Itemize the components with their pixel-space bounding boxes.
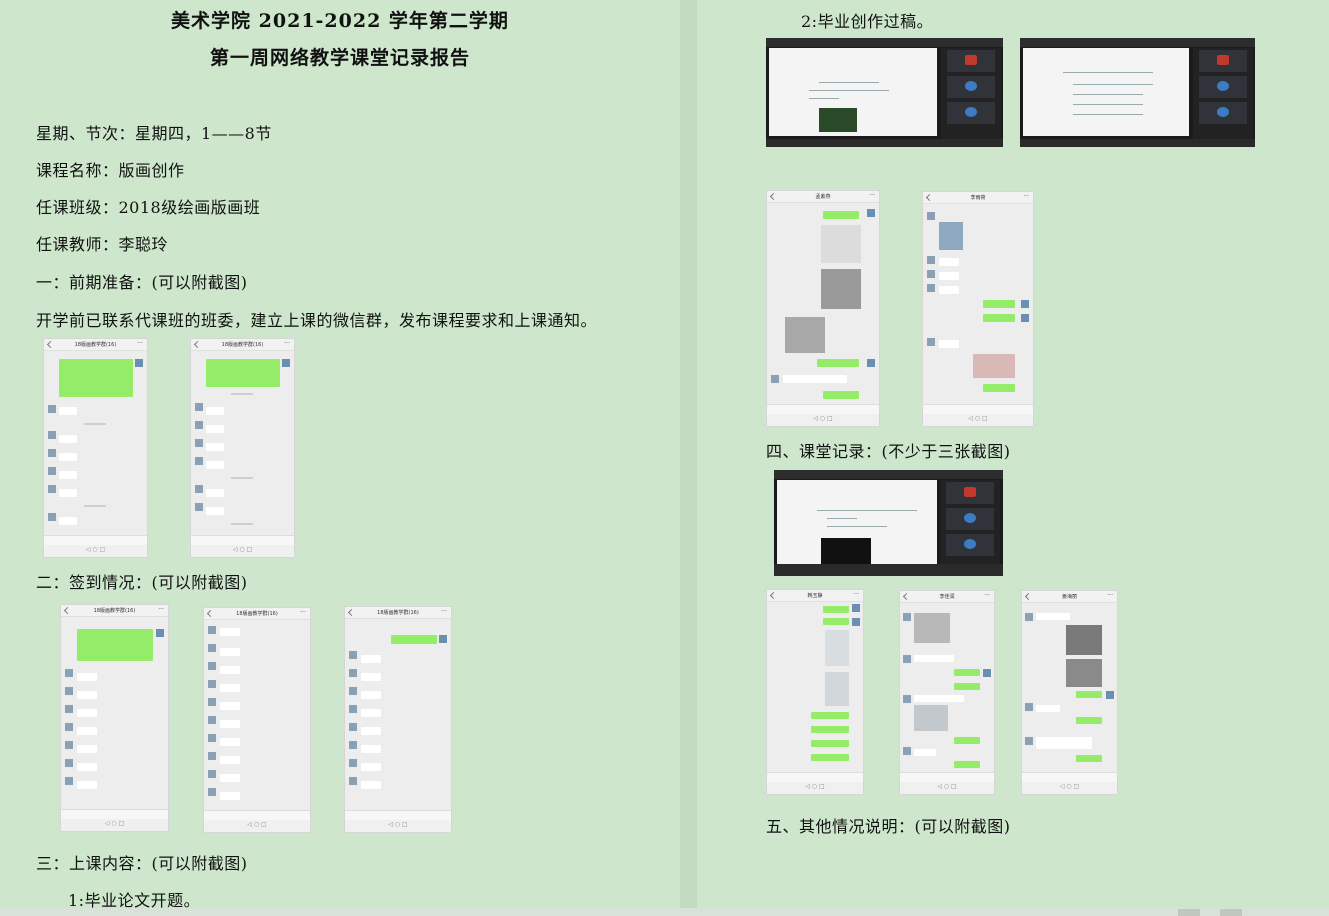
classroom-meeting-screenshot bbox=[774, 470, 1003, 576]
chat-title: 孟紫燕 bbox=[815, 194, 831, 200]
view-toggle-button-1[interactable] bbox=[1178, 909, 1200, 916]
chat-title: 李雨荷 bbox=[970, 195, 986, 201]
chat-title: 18版画教学群(16) bbox=[93, 608, 136, 614]
report-title-line1: 美术学院 2021-2022 学年第二学期 bbox=[171, 10, 509, 32]
section3-item2: 2:毕业创作过稿。 bbox=[801, 12, 934, 31]
record-chat-screenshot-2: 李佳润 ··· bbox=[899, 590, 995, 795]
field-weekday-periods: 星期、节次：星期四，1——8节 bbox=[36, 124, 272, 143]
document-page-right: 2:毕业创作过稿。 孟紫燕 ··· ◁ ○ □ 李雨荷 ··· ◁ ○ □ 四、… bbox=[697, 0, 1329, 908]
field-course-name: 课程名称：版画创作 bbox=[36, 161, 185, 180]
chat-title: 18版画教学群(16) bbox=[377, 610, 419, 616]
report-title-line2: 第一周网络教学课堂记录报告 bbox=[209, 47, 470, 69]
signin-chat-screenshot-1: 18版画教学群(16) ··· bbox=[60, 604, 169, 832]
chat-title: 18版画教学群(16) bbox=[221, 342, 264, 348]
chat-title: 韩玉静 bbox=[807, 593, 823, 599]
prep-chat-screenshot-1: 18版画教学群(16) ··· bbox=[43, 338, 148, 558]
prep-chat-screenshot-2: 18版画教学群(16) ··· bbox=[190, 338, 295, 558]
view-toggle-button-2[interactable] bbox=[1220, 909, 1242, 916]
meeting-screenshot-2 bbox=[1020, 38, 1255, 147]
chat-title: 18版画教学群(16) bbox=[74, 342, 117, 348]
section3-heading: 三：上课内容：(可以附截图) bbox=[36, 854, 248, 873]
meeting-screenshot-1 bbox=[766, 38, 1003, 147]
section1-text: 开学前已联系代课班的班委，建立上课的微信群，发布课程要求和上课通知。 bbox=[36, 311, 598, 330]
section2-heading: 二：签到情况：(可以附截图) bbox=[36, 573, 248, 592]
section4-heading: 四、课堂记录：(不少于三张截图) bbox=[766, 442, 1011, 461]
signin-chat-screenshot-2: 18版画教学群(16) ··· bbox=[203, 607, 311, 833]
draft-chat-screenshot-1: 孟紫燕 ··· bbox=[766, 190, 880, 427]
field-class: 任课班级：2018级绘画版画班 bbox=[36, 198, 261, 217]
page-gutter bbox=[680, 0, 697, 908]
document-page-left: 美术学院 2021-2022 学年第二学期 第一周网络教学课堂记录报告 星期、节… bbox=[0, 0, 680, 908]
section3-item1: 1:毕业论文开题。 bbox=[68, 891, 201, 908]
draft-chat-screenshot-2: 李雨荷 ··· bbox=[922, 191, 1034, 427]
section5-heading: 五、其他情况说明：(可以附截图) bbox=[766, 817, 1011, 836]
chat-title: 姜海丽 bbox=[1061, 594, 1077, 600]
chat-title: 18版画教学群(16) bbox=[236, 611, 278, 617]
record-chat-screenshot-1: 韩玉静 ··· bbox=[766, 589, 864, 795]
section1-heading: 一：前期准备：(可以附截图) bbox=[36, 273, 248, 292]
chat-title: 李佳润 bbox=[939, 594, 955, 600]
status-bar bbox=[0, 908, 1329, 916]
record-chat-screenshot-3: 姜海丽 ··· bbox=[1021, 590, 1118, 795]
field-teacher: 任课教师：李聪玲 bbox=[36, 235, 169, 254]
signin-chat-screenshot-3: 18版画教学群(16) ··· bbox=[344, 606, 452, 833]
